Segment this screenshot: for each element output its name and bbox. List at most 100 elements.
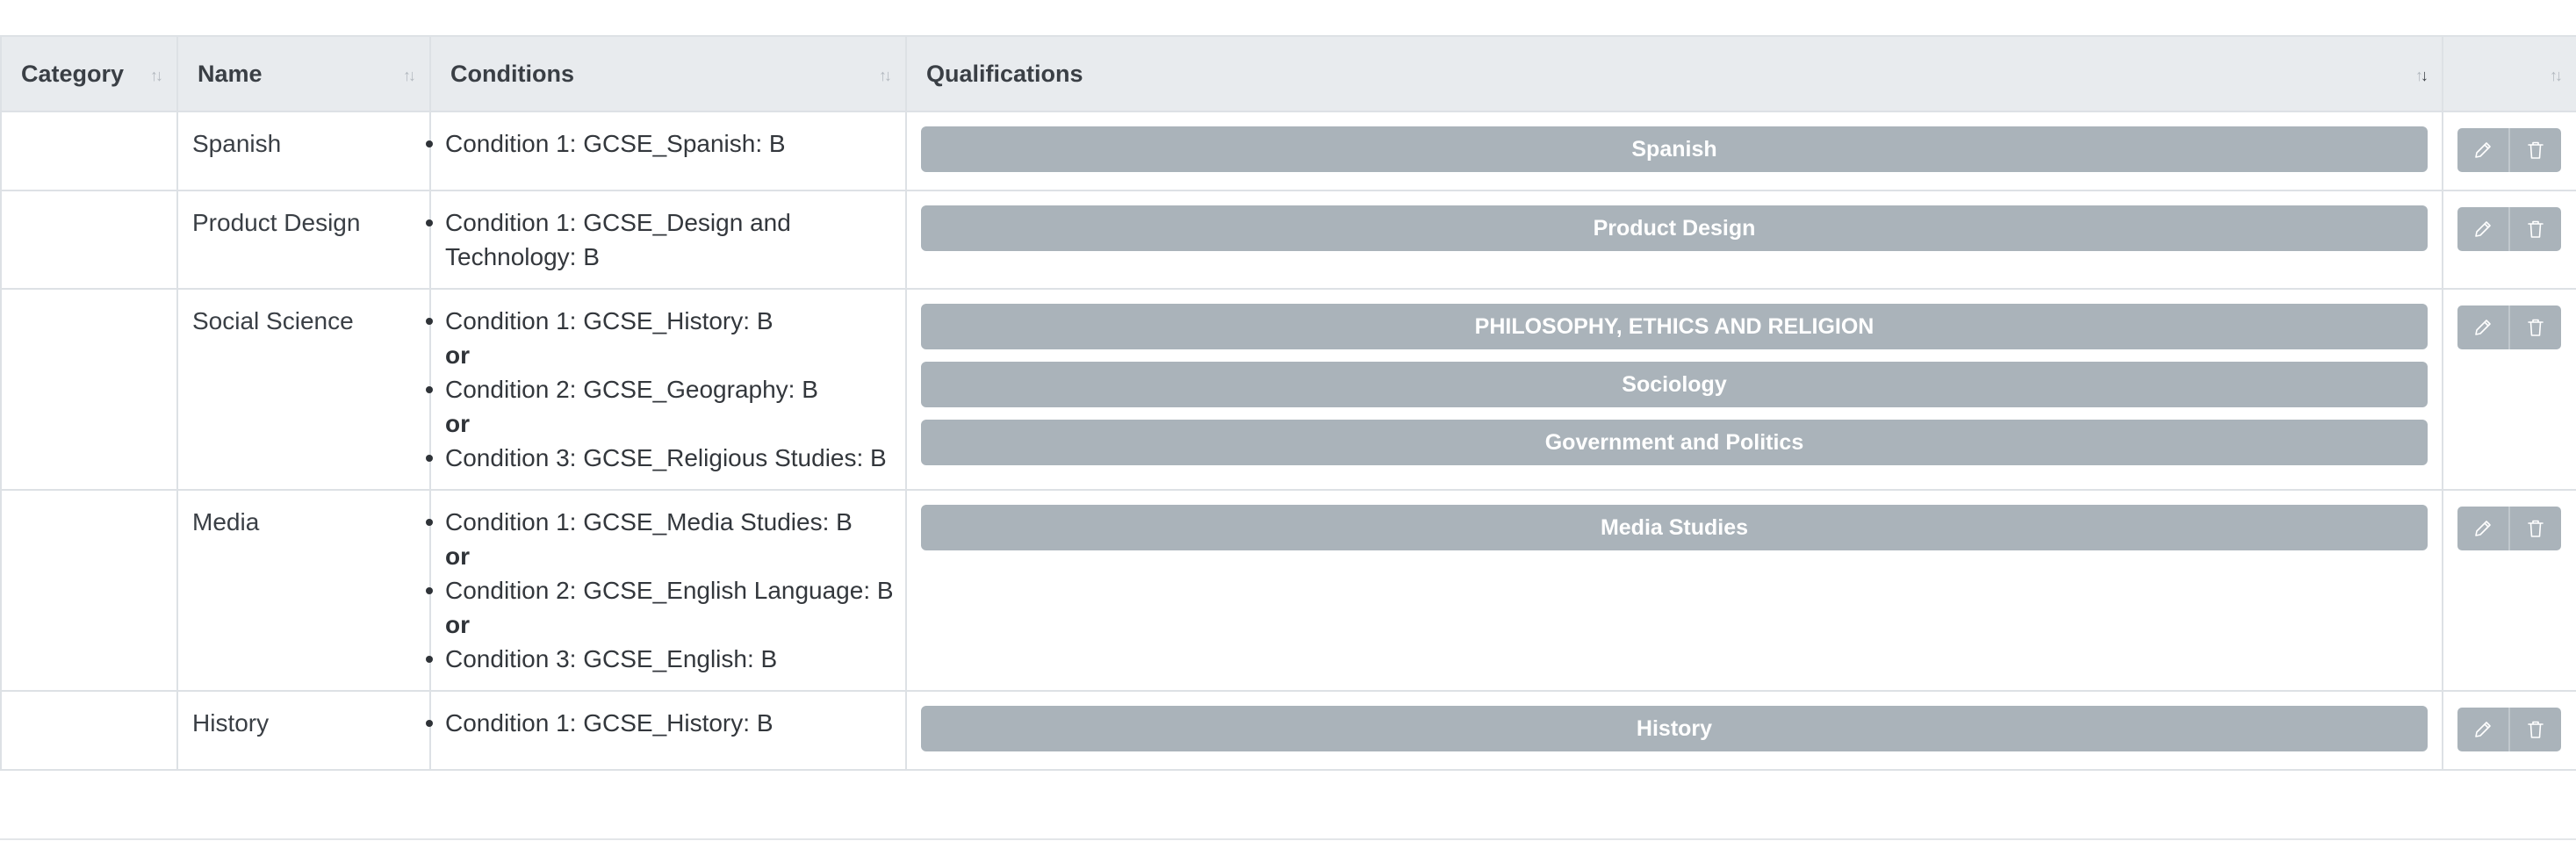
edit-button[interactable] <box>2457 207 2508 251</box>
actions-cell <box>2442 489 2576 692</box>
condition-item: Condition 2: GCSE_Geography: B <box>426 372 895 406</box>
delete-button[interactable] <box>2508 207 2561 251</box>
edit-button[interactable] <box>2457 128 2508 172</box>
condition-item: Condition 1: GCSE_Media Studies: B <box>426 505 895 539</box>
qualification-pill[interactable]: Spanish <box>921 126 2428 172</box>
conditions-cell: Condition 1: GCSE_History: B <box>426 690 907 771</box>
column-header-conditions[interactable]: Conditions ↑↓ <box>429 35 907 112</box>
pencil-icon <box>2475 142 2491 158</box>
condition-item: Condition 1: GCSE_History: B <box>426 304 895 338</box>
trash-icon <box>2528 520 2544 537</box>
qualifications-cell: Spanish <box>905 111 2443 191</box>
qualification-pill[interactable]: Government and Politics <box>921 420 2428 465</box>
table-row: Spanish Condition 1: GCSE_Spanish: B Spa… <box>0 111 2576 191</box>
table-header-row: Category ↑↓ Name ↑↓ Conditions ↑↓ Qualif… <box>0 35 2576 112</box>
row-name: Spanish <box>192 130 282 157</box>
row-action-buttons <box>2457 128 2561 172</box>
column-header-actions[interactable]: ↑↓ <box>2442 35 2576 112</box>
column-header-qualifications[interactable]: Qualifications ↑↓ <box>905 35 2443 112</box>
actions-cell <box>2442 111 2576 191</box>
name-cell: History <box>176 690 431 771</box>
or-separator: or <box>445 543 470 570</box>
conditions-cell: Condition 1: GCSE_History: B or Condition … <box>426 288 907 491</box>
condition-item: Condition 2: GCSE_English Language: B <box>426 573 895 607</box>
actions-cell <box>2442 690 2576 771</box>
condition-item: Condition 3: GCSE_English: B <box>426 642 895 676</box>
or-separator: or <box>445 611 470 638</box>
table-row: Media Condition 1: GCSE_Media Studies: B… <box>0 489 2576 692</box>
row-action-buttons <box>2457 507 2561 550</box>
qualification-pill[interactable]: PHILOSOPHY, ETHICS AND RELIGION <box>921 304 2428 349</box>
bottom-divider <box>0 838 2576 840</box>
conditions-cell: Condition 1: GCSE_Spanish: B <box>426 111 907 191</box>
conditions-cell: Condition 1: GCSE_Design and Technology:… <box>426 190 907 290</box>
sort-arrows-icon[interactable]: ↑↓ <box>150 67 163 85</box>
sort-arrows-icon[interactable]: ↑↓ <box>403 67 416 85</box>
qualifications-table-container: Category ↑↓ Name ↑↓ Conditions ↑↓ Qualif… <box>0 35 2576 771</box>
edit-button[interactable] <box>2457 507 2508 550</box>
edit-button[interactable] <box>2457 708 2508 751</box>
column-header-label: Category <box>21 60 125 87</box>
pencil-icon <box>2475 221 2491 237</box>
trash-icon <box>2528 319 2544 336</box>
category-cell <box>0 489 178 692</box>
conditions-list: Condition 1: GCSE_History: B or Condition … <box>426 304 895 475</box>
trash-icon <box>2528 141 2544 159</box>
qualification-pill[interactable]: Product Design <box>921 205 2428 251</box>
row-action-buttons <box>2457 708 2561 751</box>
row-name: History <box>192 709 270 737</box>
sort-arrows-icon[interactable]: ↑↓ <box>2415 67 2428 85</box>
column-header-category[interactable]: Category ↑↓ <box>0 35 178 112</box>
conditions-list: Condition 1: GCSE_Spanish: B <box>426 126 895 161</box>
qualifications-cell: PHILOSOPHY, ETHICS AND RELIGION Sociology… <box>905 288 2443 491</box>
condition-item: Condition 1: GCSE_Design and Technology:… <box>426 205 895 274</box>
row-action-buttons <box>2457 207 2561 251</box>
row-action-buttons <box>2457 305 2561 349</box>
condition-item: Condition 3: GCSE_Religious Studies: B <box>426 441 895 475</box>
category-cell <box>0 690 178 771</box>
condition-item: Condition 1: GCSE_History: B <box>426 706 895 740</box>
actions-cell <box>2442 190 2576 290</box>
or-separator: or <box>445 341 470 369</box>
delete-button[interactable] <box>2508 507 2561 550</box>
name-cell: Spanish <box>176 111 431 191</box>
category-cell <box>0 288 178 491</box>
column-header-name[interactable]: Name ↑↓ <box>176 35 431 112</box>
column-header-label: Name <box>198 60 263 87</box>
name-cell: Social Science <box>176 288 431 491</box>
qualification-pill[interactable]: History <box>921 706 2428 751</box>
table-row: Product Design Condition 1: GCSE_Design … <box>0 190 2576 290</box>
qualifications-cell: Media Studies <box>905 489 2443 692</box>
category-cell <box>0 190 178 290</box>
or-separator: or <box>445 410 470 437</box>
sort-arrows-icon[interactable]: ↑↓ <box>879 67 892 85</box>
sort-arrows-icon[interactable]: ↑↓ <box>2550 67 2563 85</box>
qualification-pill[interactable]: Media Studies <box>921 505 2428 550</box>
pencil-icon <box>2475 320 2491 335</box>
conditions-cell: Condition 1: GCSE_Media Studies: B or Cond… <box>426 489 907 692</box>
name-cell: Media <box>176 489 431 692</box>
column-header-label: Conditions <box>450 60 574 87</box>
conditions-list: Condition 1: GCSE_Design and Technology:… <box>426 205 895 274</box>
conditions-list: Condition 1: GCSE_Media Studies: B or Cond… <box>426 505 895 676</box>
table-row: Social Science Condition 1: GCSE_History… <box>0 288 2576 491</box>
trash-icon <box>2528 220 2544 238</box>
delete-button[interactable] <box>2508 128 2561 172</box>
qualifications-table: Category ↑↓ Name ↑↓ Conditions ↑↓ Qualif… <box>0 35 2576 771</box>
delete-button[interactable] <box>2508 305 2561 349</box>
row-name: Social Science <box>192 307 354 334</box>
row-name: Product Design <box>192 209 361 236</box>
edit-button[interactable] <box>2457 305 2508 349</box>
table-row: History Condition 1: GCSE_History: B His… <box>0 690 2576 771</box>
delete-button[interactable] <box>2508 708 2561 751</box>
condition-item: Condition 1: GCSE_Spanish: B <box>426 126 895 161</box>
actions-cell <box>2442 288 2576 491</box>
table-body: Spanish Condition 1: GCSE_Spanish: B Spa… <box>0 111 2576 771</box>
qualifications-cell: Product Design <box>905 190 2443 290</box>
qualification-pill[interactable]: Sociology <box>921 362 2428 407</box>
trash-icon <box>2528 721 2544 738</box>
qualifications-cell: History <box>905 690 2443 771</box>
category-cell <box>0 111 178 191</box>
pencil-icon <box>2475 521 2491 536</box>
name-cell: Product Design <box>176 190 431 290</box>
